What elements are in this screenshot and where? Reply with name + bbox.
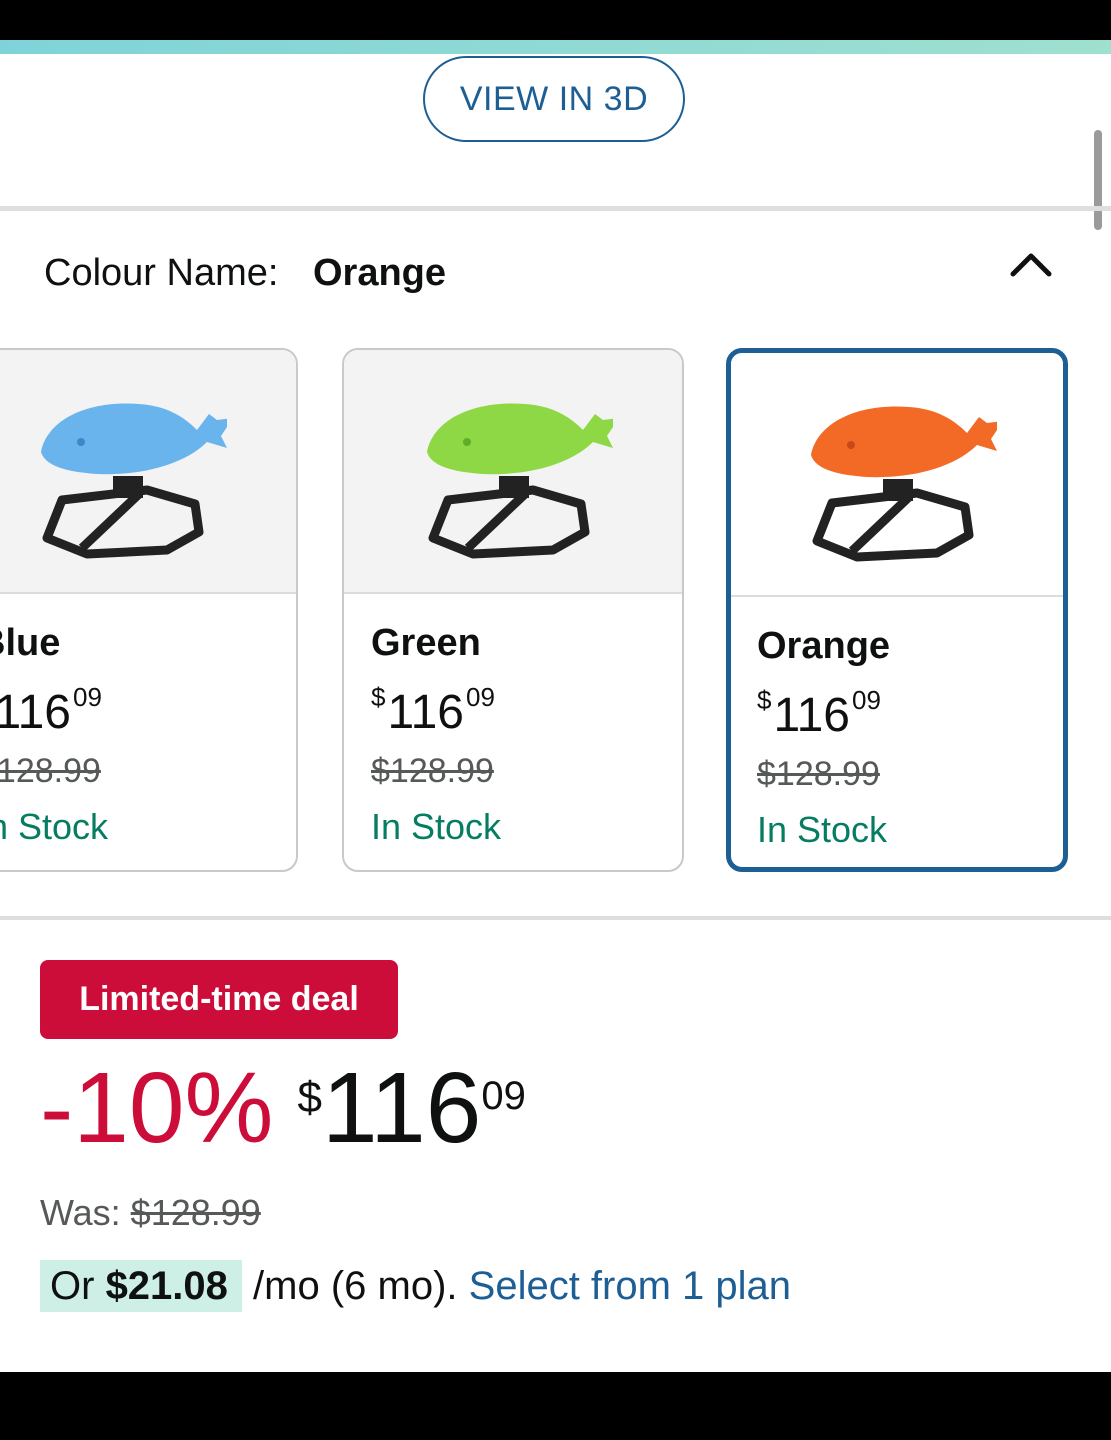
variant-price: $11609 [0,682,102,739]
variant-was-price: $128.99 [371,752,494,790]
variant-name: Blue [0,622,61,664]
price-currency: $ [297,1073,322,1122]
installment-amount-highlight: Or $21.08 [40,1260,242,1312]
view-in-3d-button[interactable]: VIEW IN 3D [423,56,685,142]
variant-price: $11609 [371,682,495,739]
section-divider [0,206,1111,211]
price-whole: 116 [321,1052,482,1164]
variant-image-orange [731,353,1063,597]
select-plan-link[interactable]: Select from 1 plan [469,1264,791,1308]
product-options-screen: VIEW IN 3D Colour Name: Orange Blue $116… [0,40,1111,1372]
was-label: Was: [40,1192,121,1233]
swivel-seat-icon [41,403,227,559]
variant-stock-status: In Stock [0,806,109,847]
was-price-value: $128.99 [130,1192,261,1233]
variant-card-orange[interactable]: Orange $11609 $128.99 In Stock [726,348,1068,872]
variant-card-green[interactable]: Green $11609 $128.99 In Stock [342,348,684,872]
discount-percent: -10% [40,1052,274,1164]
limited-time-deal-badge: Limited-time deal [40,960,398,1039]
installment-amount: $21.08 [105,1264,228,1308]
colour-name-value: Orange [312,252,447,294]
section-divider [0,916,1111,920]
variant-image-green [344,350,682,594]
swivel-seat-icon [427,403,613,559]
variant-was-price: $128.99 [757,755,880,793]
variant-stock-status: In Stock [371,806,502,847]
variant-name: Orange [757,625,891,667]
scrollbar[interactable] [1094,130,1102,230]
installment-line: Or $21.08 /mo (6 mo). Select from 1 plan [40,1260,791,1312]
chevron-up-icon[interactable] [1008,244,1054,284]
variant-card-blue[interactable]: Blue $11609 $128.99 In Stock [0,348,298,872]
colour-name-row: Colour Name: Orange [44,252,446,295]
variant-image-blue [0,350,296,594]
variant-stock-status: In Stock [757,809,888,850]
top-accent-bar [0,40,1111,54]
deal-price: -10% $11609 [40,1058,526,1158]
variant-was-price: $128.99 [0,752,101,790]
swivel-seat-icon [811,406,997,562]
was-price-line: Was: $128.99 [40,1192,261,1234]
colour-name-label: Colour Name: [44,252,279,294]
variant-name: Green [371,622,481,664]
variant-price: $11609 [757,685,881,742]
installment-terms: /mo (6 mo). [253,1264,458,1308]
price-fraction: 09 [481,1074,526,1118]
